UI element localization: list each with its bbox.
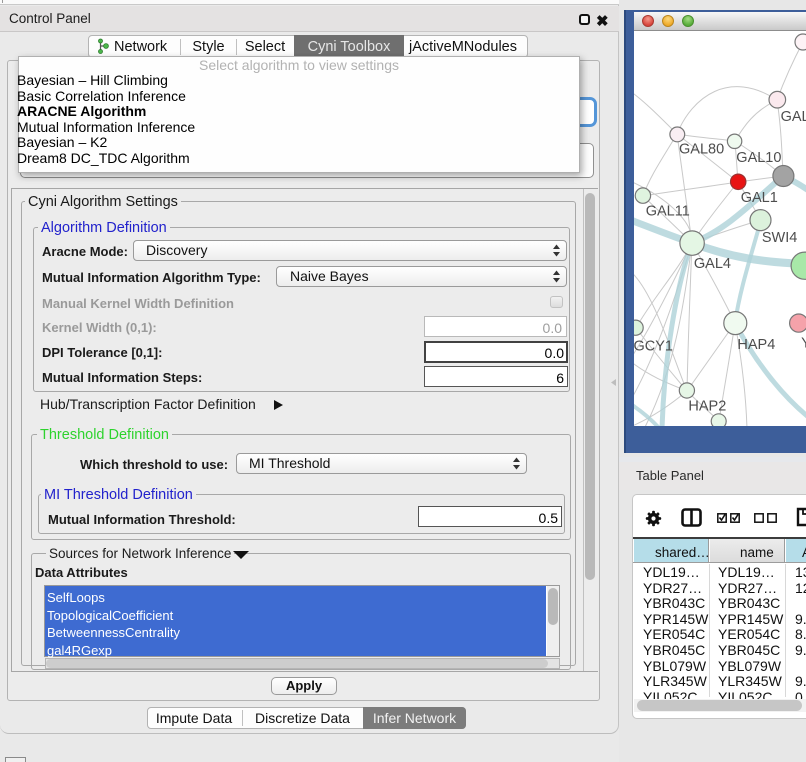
svg-text:GCY1: GCY1 [634,338,673,354]
svg-text:Y: Y [801,335,806,351]
svg-text:GAL10: GAL10 [736,150,781,166]
svg-text:GAL80: GAL80 [679,141,724,157]
svg-text:SWI4: SWI4 [762,230,797,246]
svg-text:HAP2: HAP2 [688,399,726,415]
svg-text:GAL1: GAL1 [741,190,778,206]
svg-text:GAL: GAL [781,109,806,125]
svg-text:HAP4: HAP4 [737,337,775,353]
svg-text:GAL11: GAL11 [646,203,690,219]
svg-text:GAL4: GAL4 [694,256,731,272]
